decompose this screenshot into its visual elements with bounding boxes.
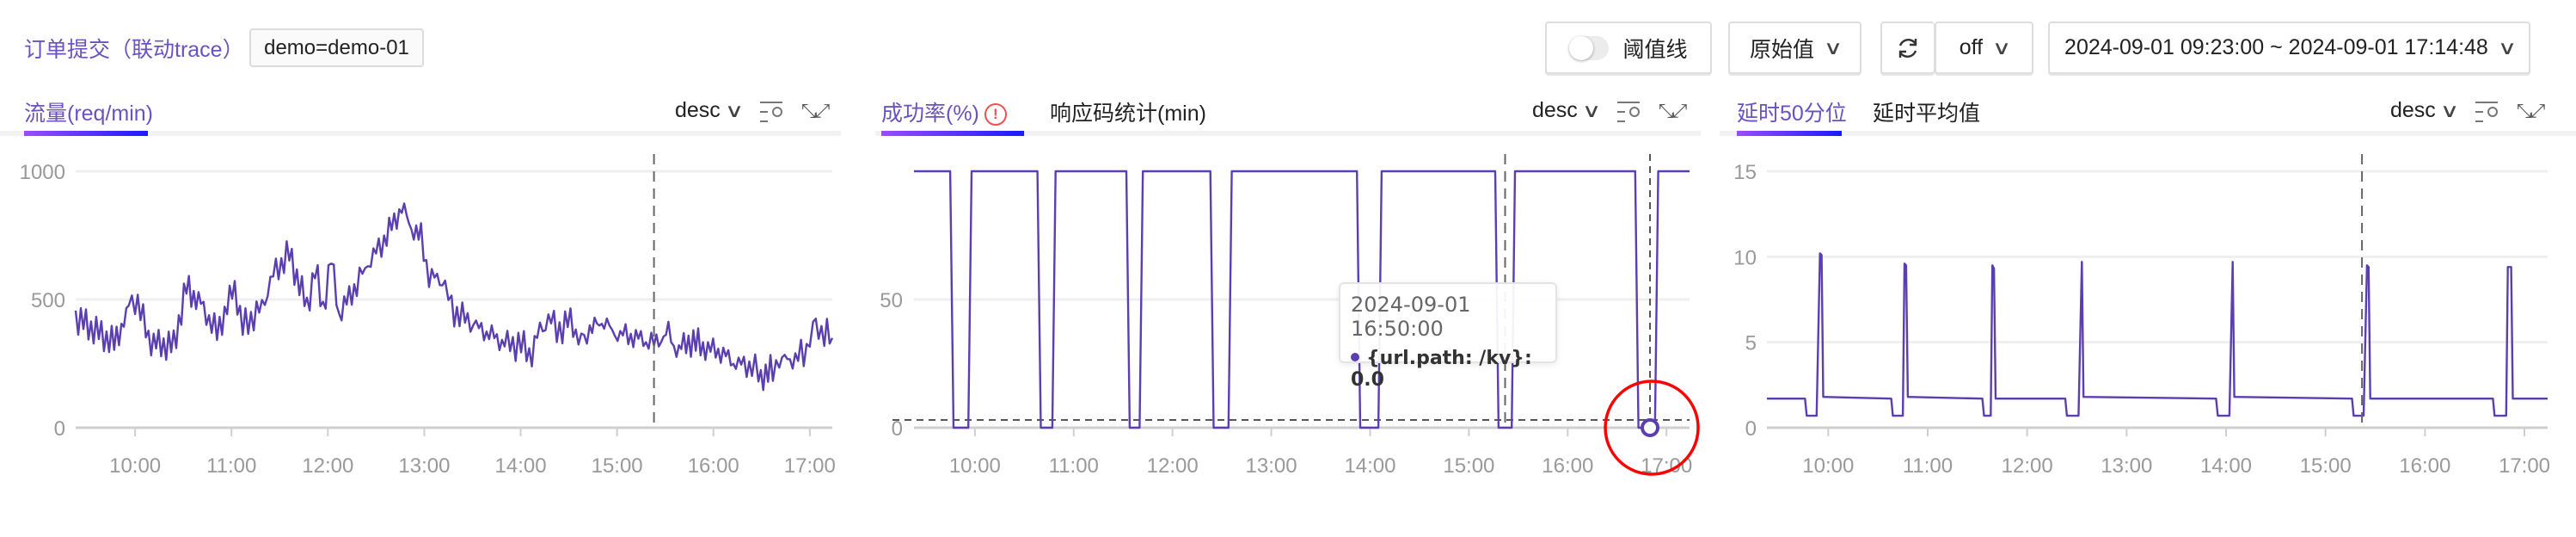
x-tick-label: 13:00: [398, 454, 450, 478]
x-tick-label: 13:00: [2101, 454, 2152, 478]
y-tick-label: 500: [31, 289, 65, 312]
x-tick-label: 17:00: [784, 454, 836, 478]
x-tick-label: 13:00: [1246, 454, 1297, 478]
x-tick-label: 10:00: [109, 454, 161, 478]
x-tick-label: 15:00: [2300, 454, 2352, 478]
y-tick-label: 1000: [20, 161, 65, 184]
series-dot-icon: [1351, 353, 1359, 361]
series-line: [1767, 252, 2548, 417]
y-tick-label: 10: [1733, 246, 1757, 269]
x-tick-label: 16:00: [1542, 454, 1593, 478]
y-tick-label: 0: [54, 417, 65, 441]
x-tick-label: 15:00: [592, 454, 643, 478]
y-tick-label: 0: [1745, 417, 1757, 441]
x-tick-label: 14:00: [2200, 454, 2252, 478]
x-tick-label: 14:00: [495, 454, 547, 478]
x-tick-label: 11:00: [206, 454, 256, 478]
y-tick-label: 5: [1745, 332, 1757, 355]
x-tick-label: 12:00: [1147, 454, 1199, 478]
charts-canvas[interactable]: 0500100010:00 11:00 12:00 13:00 14:00 15:00 16…: [0, 0, 2576, 537]
x-tick-label: 16:00: [2399, 454, 2450, 478]
x-tick-label: 10:00: [1802, 454, 1854, 478]
x-tick-label: 14:00: [1344, 454, 1395, 478]
x-tick-label: 12:00: [2002, 454, 2053, 478]
x-tick-label: 17:00: [2499, 454, 2550, 478]
x-tick-label: 11:00: [1049, 454, 1099, 478]
tooltip-series: {url.path: /kv}: [1366, 348, 1524, 369]
y-tick-label: 15: [1733, 161, 1757, 184]
hover-point: [1641, 418, 1660, 437]
x-tick-label: 11:00: [1903, 454, 1953, 478]
tooltip-value: 0.0: [1351, 369, 1384, 391]
x-tick-label: 16:00: [688, 454, 739, 478]
x-tick-label: 12:00: [302, 454, 353, 478]
tooltip-time: 2024-09-01 16:50:00: [1351, 293, 1471, 341]
chart-tooltip: 2024-09-01 16:50:00 {url.path: /kv}: 0.0: [1339, 282, 1557, 391]
series-line: [74, 202, 834, 392]
y-tick-label: 50: [880, 289, 903, 312]
x-tick-label: 15:00: [1443, 454, 1494, 478]
x-tick-label: 10:00: [949, 454, 1001, 478]
